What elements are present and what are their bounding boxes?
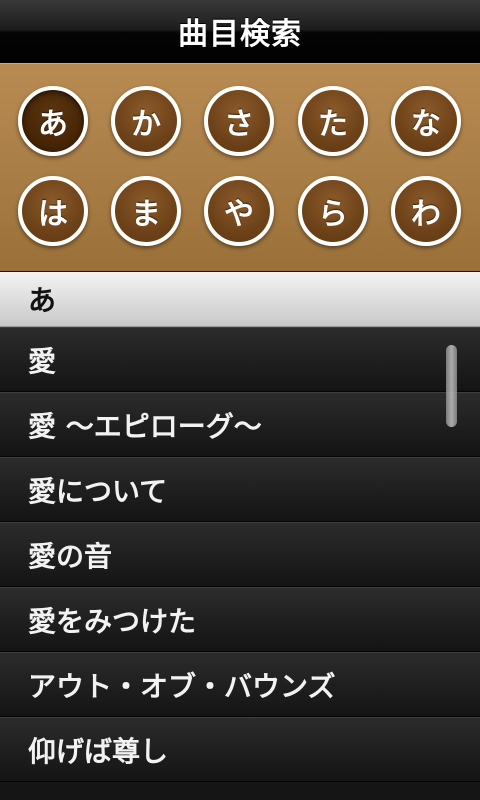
- kana-button-ha[interactable]: は: [18, 176, 88, 246]
- song-search-screen: 曲目検索 あ か さ た な は ま や ら わ あ 愛 愛 〜エピローグ〜 愛…: [0, 0, 480, 800]
- list-scrollbar[interactable]: [446, 345, 457, 427]
- song-title: 仰げば尊し: [28, 734, 169, 768]
- kana-button-na[interactable]: な: [391, 86, 461, 156]
- kana-button-wa[interactable]: わ: [391, 176, 461, 246]
- kana-button-ka[interactable]: か: [111, 86, 181, 156]
- title-bar: 曲目検索: [0, 0, 480, 63]
- song-title: 愛: [28, 344, 57, 378]
- kana-button-ta[interactable]: た: [298, 86, 368, 156]
- kana-button-a[interactable]: あ: [18, 86, 88, 156]
- song-list-item[interactable]: 愛をみつけた: [0, 587, 480, 652]
- page-title: 曲目検索: [178, 17, 302, 52]
- song-list-item[interactable]: 愛: [0, 327, 480, 392]
- song-list-item[interactable]: 仰げば尊し: [0, 717, 480, 782]
- song-list-item[interactable]: アウト・オブ・バウンズ: [0, 652, 480, 717]
- kana-button-ma[interactable]: ま: [111, 176, 181, 246]
- song-title: 愛 〜エピローグ〜: [28, 409, 262, 443]
- section-header: あ: [0, 272, 480, 327]
- section-header-label: あ: [28, 284, 57, 317]
- kana-button-sa[interactable]: さ: [204, 86, 274, 156]
- song-list-item[interactable]: 愛の音: [0, 522, 480, 587]
- kana-index-panel: あ か さ た な は ま や ら わ: [0, 63, 480, 271]
- song-title: 愛をみつけた: [28, 604, 197, 638]
- kana-button-ra[interactable]: ら: [298, 176, 368, 246]
- song-list[interactable]: 愛 愛 〜エピローグ〜 愛について 愛の音 愛をみつけた アウト・オブ・バウンズ…: [0, 327, 480, 800]
- song-list-item[interactable]: 愛 〜エピローグ〜: [0, 392, 480, 457]
- song-title: 愛について: [28, 474, 168, 508]
- song-title: アウト・オブ・バウンズ: [28, 669, 336, 703]
- song-list-item[interactable]: 愛について: [0, 457, 480, 522]
- song-title: 愛の音: [28, 539, 113, 573]
- kana-button-ya[interactable]: や: [204, 176, 274, 246]
